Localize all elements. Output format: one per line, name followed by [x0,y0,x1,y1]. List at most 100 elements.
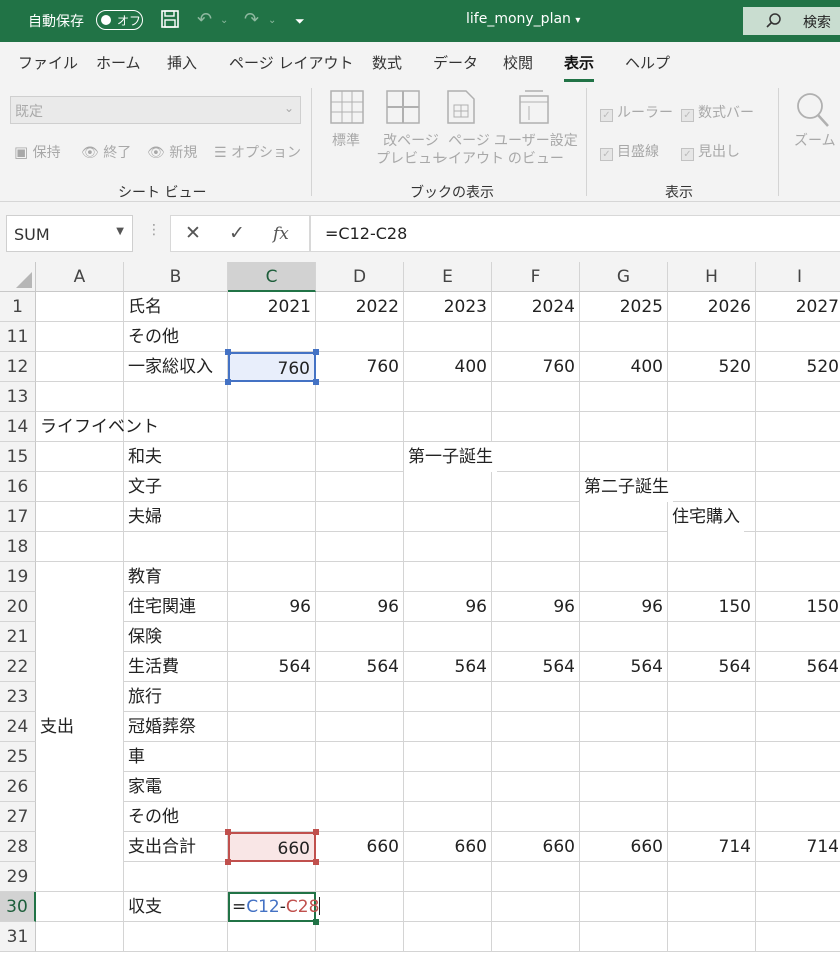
cell-f11[interactable] [492,322,580,352]
cell-h1[interactable]: 2026 [668,292,756,322]
cell-i17[interactable] [756,502,840,532]
row-header-12[interactable]: 12 [0,352,36,382]
cell-h25[interactable] [668,742,756,772]
cell-h17[interactable]: 住宅購入 [668,502,756,532]
cell-e29[interactable] [404,862,492,892]
cell-d27[interactable] [316,802,404,832]
row-header-31[interactable]: 31 [0,922,36,952]
cell-f19[interactable] [492,562,580,592]
cell-c14[interactable] [228,412,316,442]
cell-c28[interactable]: 660 [228,832,316,862]
cell-g25[interactable] [580,742,668,772]
cell-h16[interactable] [668,472,756,502]
cell-d26[interactable] [316,772,404,802]
cell-g12[interactable]: 400 [580,352,668,382]
cell-d21[interactable] [316,622,404,652]
cell-b28[interactable]: 支出合計 [124,832,228,862]
tab-home[interactable]: ホーム [96,52,141,73]
tab-help[interactable]: ヘルプ [625,52,670,73]
cell-c11[interactable] [228,322,316,352]
normal-view-icon[interactable] [330,90,364,124]
cell-g28[interactable]: 660 [580,832,668,862]
cell-e22[interactable]: 564 [404,652,492,682]
cell-e19[interactable] [404,562,492,592]
cell-e18[interactable] [404,532,492,562]
cell-f28[interactable]: 660 [492,832,580,862]
cell-f23[interactable] [492,682,580,712]
insert-function-icon[interactable]: fx [273,224,289,244]
cell-g27[interactable] [580,802,668,832]
row-header-16[interactable]: 16 [0,472,36,502]
cell-e21[interactable] [404,622,492,652]
row-header-18[interactable]: 18 [0,532,36,562]
file-name[interactable]: life_mony_plan ▾ [466,11,580,27]
cell-b1[interactable]: 氏名 [124,292,228,322]
fill-handle[interactable] [313,919,319,925]
cell-g31[interactable] [580,922,668,952]
tab-formulas[interactable]: 数式 [372,52,402,73]
reference-handle-c12[interactable] [313,349,319,355]
cell-i12[interactable]: 520 [756,352,840,382]
cell-a13[interactable] [36,382,124,412]
cell-i13[interactable] [756,382,840,412]
cell-d23[interactable] [316,682,404,712]
cell-b14[interactable] [124,412,228,442]
cell-i19[interactable] [756,562,840,592]
row-header-11[interactable]: 11 [0,322,36,352]
undo-dropdown-icon[interactable]: ⌄ [220,15,228,26]
headings-checkbox[interactable]: ✓ 見出し [681,141,740,161]
reference-handle-c12[interactable] [225,379,231,385]
row-header-24[interactable]: 24 [0,712,36,742]
cell-e11[interactable] [404,322,492,352]
cell-h14[interactable] [668,412,756,442]
row-header-27[interactable]: 27 [0,802,36,832]
cell-c20[interactable]: 96 [228,592,316,622]
cell-b17[interactable]: 夫婦 [124,502,228,532]
column-header-e[interactable]: E [404,262,492,292]
cell-d12[interactable]: 760 [316,352,404,382]
cell-h31[interactable] [668,922,756,952]
cell-i21[interactable] [756,622,840,652]
cell-f15[interactable] [492,442,580,472]
row-header-22[interactable]: 22 [0,652,36,682]
cell-b20[interactable]: 住宅関連 [124,592,228,622]
cell-h27[interactable] [668,802,756,832]
cell-c26[interactable] [228,772,316,802]
cell-f27[interactable] [492,802,580,832]
cell-h13[interactable] [668,382,756,412]
cell-c24[interactable] [228,712,316,742]
cell-a12[interactable] [36,352,124,382]
cell-i23[interactable] [756,682,840,712]
cell-d24[interactable] [316,712,404,742]
cell-b22[interactable]: 生活費 [124,652,228,682]
cell-f24[interactable] [492,712,580,742]
cell-c21[interactable] [228,622,316,652]
cell-e1[interactable]: 2023 [404,292,492,322]
cell-f20[interactable]: 96 [492,592,580,622]
cell-i14[interactable] [756,412,840,442]
cell-c30[interactable]: =C12-C28 [228,892,321,922]
column-header-h[interactable]: H [668,262,756,292]
cell-d31[interactable] [316,922,404,952]
cell-d17[interactable] [316,502,404,532]
cell-i18[interactable] [756,532,840,562]
cell-i11[interactable] [756,322,840,352]
cell-b11[interactable]: その他 [124,322,228,352]
cell-e17[interactable] [404,502,492,532]
cell-f26[interactable] [492,772,580,802]
cell-a1[interactable] [36,292,124,322]
zoom-icon[interactable] [792,90,829,127]
page-break-preview-icon[interactable] [386,90,420,124]
cell-d15[interactable] [316,442,404,472]
options-button[interactable]: ☰ オプション [214,142,301,162]
row-header-29[interactable]: 29 [0,862,36,892]
redo-dropdown-icon[interactable]: ⌄ [268,15,276,26]
cell-b31[interactable] [124,922,228,952]
cell-b21[interactable]: 保険 [124,622,228,652]
gridlines-checkbox[interactable]: ✓ 目盛線 [600,141,659,161]
row-header-25[interactable]: 25 [0,742,36,772]
custom-views-icon[interactable] [517,90,551,124]
cell-d25[interactable] [316,742,404,772]
new-view-button[interactable]: 👁 新規 [147,142,197,162]
column-header-i[interactable]: I [756,262,840,292]
